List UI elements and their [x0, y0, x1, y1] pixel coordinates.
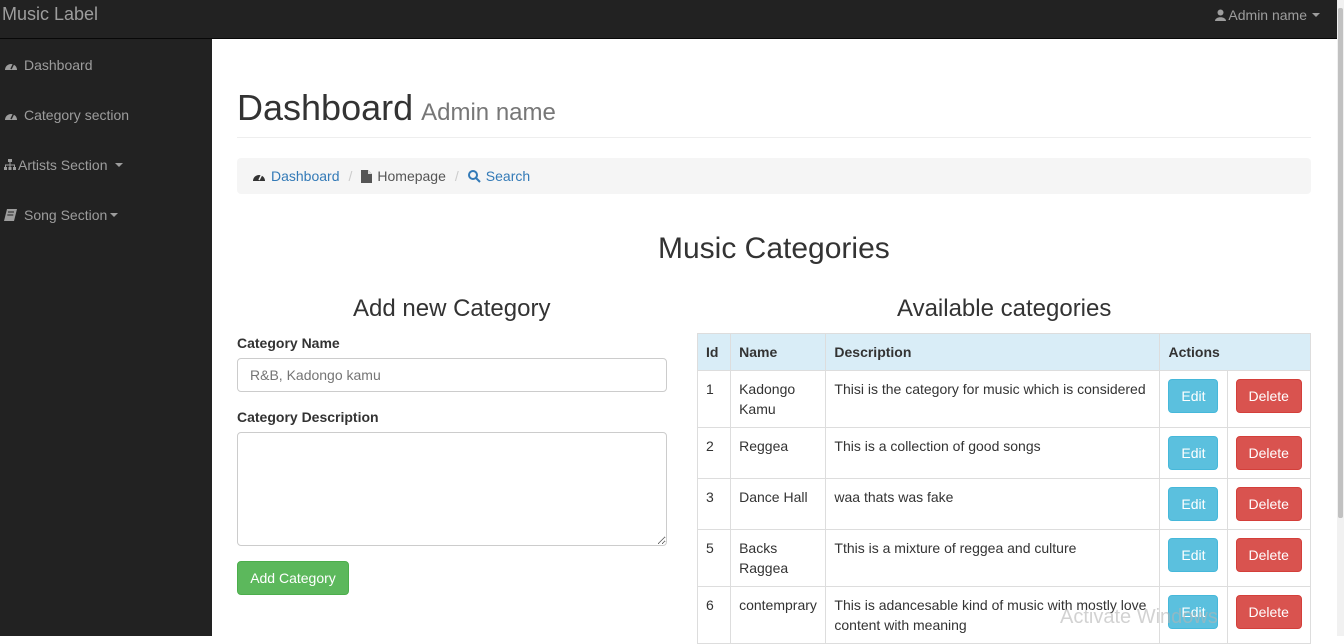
user-name: Admin name	[1228, 7, 1307, 23]
category-name-input[interactable]	[237, 358, 667, 392]
edit-button[interactable]: Edit	[1168, 487, 1219, 521]
table-row: 3 Dance Hall waa thats was fake Edit Del…	[696, 478, 1312, 530]
cell-delete: Delete	[1226, 478, 1312, 530]
categories-table: Id Name Description Actions 1 Kadongo Ka…	[696, 333, 1312, 644]
delete-button[interactable]: Delete	[1235, 538, 1302, 572]
breadcrumb-dashboard[interactable]: Dashboard	[252, 168, 340, 184]
cell-delete: Delete	[1226, 427, 1312, 479]
cell-delete: Delete	[1226, 586, 1312, 644]
cell-name: contemprary	[730, 586, 827, 644]
sidebar-item-label: Category section	[24, 107, 130, 123]
column-header-description: Description	[825, 333, 1161, 371]
file-icon	[361, 169, 373, 183]
dashboard-icon	[5, 62, 17, 70]
activation-watermark: Activate Windows	[1060, 606, 1218, 628]
cell-delete: Delete	[1226, 370, 1312, 428]
sidebar-item-artists[interactable]: Artists Section	[4, 153, 124, 177]
dashboard-icon	[5, 112, 17, 120]
breadcrumb: Dashboard / Homepage / Search	[237, 158, 1311, 194]
column-header-actions: Actions	[1159, 333, 1311, 371]
book-icon	[4, 209, 17, 221]
scrollbar-thumb[interactable]	[1338, 8, 1343, 518]
sidebar-item-label: Song Section	[24, 207, 108, 223]
sidebar-item-label: Dashboard	[24, 57, 93, 73]
dashboard-icon	[253, 173, 265, 181]
table-title: Available categories	[897, 295, 1112, 322]
page-header: Dashboard Admin name	[237, 87, 1311, 138]
cell-description: Thisi is the category for music which is…	[825, 370, 1161, 428]
table-row: 5 Backs Raggea Tthis is a mixture of reg…	[696, 529, 1312, 587]
cell-description: waa thats was fake	[825, 478, 1161, 530]
page-title: Dashboard	[237, 87, 414, 128]
page-subtitle: Admin name	[421, 99, 556, 126]
sidebar: Dashboard Category section Artists Secti…	[0, 39, 212, 636]
cell-edit: Edit	[1159, 529, 1228, 587]
cell-id: 6	[696, 586, 732, 644]
cell-description: Tthis is a mixture of reggea and culture	[825, 529, 1161, 587]
breadcrumb-link[interactable]: Dashboard	[271, 168, 340, 184]
breadcrumb-separator: /	[454, 168, 459, 184]
cell-name: Kadongo Kamu	[730, 370, 827, 428]
edit-button[interactable]: Edit	[1168, 436, 1219, 470]
add-category-button[interactable]: Add Category	[237, 561, 349, 595]
table-header-row: Id Name Description Actions	[696, 333, 1311, 371]
brand-logo-text[interactable]: Music Label	[2, 4, 98, 25]
chevron-down-icon	[115, 163, 124, 167]
chevron-down-icon	[110, 213, 119, 217]
cell-id: 3	[696, 478, 732, 530]
cell-delete: Delete	[1226, 529, 1312, 587]
breadcrumb-homepage[interactable]: Homepage	[361, 168, 446, 184]
edit-button[interactable]: Edit	[1168, 538, 1219, 572]
cell-edit: Edit	[1159, 427, 1228, 479]
breadcrumb-link[interactable]: Search	[486, 168, 530, 184]
main-content: Dashboard Admin name Dashboard / Homepage…	[212, 39, 1337, 644]
table-row: 2 Reggea This is a collection of good so…	[696, 427, 1312, 479]
category-name-label: Category Name	[237, 335, 340, 351]
user-menu[interactable]: Admin name	[1215, 7, 1320, 23]
column-header-name: Name	[730, 333, 827, 371]
section-title: Music Categories	[658, 232, 890, 265]
delete-button[interactable]: Delete	[1235, 379, 1302, 413]
sidebar-item-label: Artists Section	[18, 157, 108, 173]
cell-description: This is a collection of good songs	[825, 427, 1161, 479]
breadcrumb-separator: /	[348, 168, 353, 184]
cell-name: Dance Hall	[730, 478, 827, 530]
cell-edit: Edit	[1159, 478, 1228, 530]
cell-id: 2	[696, 427, 732, 479]
sitemap-icon	[4, 159, 16, 170]
delete-button[interactable]: Delete	[1235, 487, 1302, 521]
sidebar-item-dashboard[interactable]: Dashboard	[4, 53, 93, 77]
navbar: Music Label Admin name	[0, 0, 1344, 39]
category-description-label: Category Description	[237, 409, 379, 425]
breadcrumb-search[interactable]: Search	[467, 168, 530, 184]
chevron-down-icon	[1312, 13, 1320, 17]
delete-button[interactable]: Delete	[1235, 436, 1302, 470]
breadcrumb-text: Homepage	[377, 168, 446, 184]
sidebar-item-songs[interactable]: Song Section	[4, 203, 119, 227]
cell-name: Backs Raggea	[730, 529, 827, 587]
column-header-id: Id	[696, 333, 732, 371]
cell-name: Reggea	[730, 427, 827, 479]
cell-id: 5	[696, 529, 732, 587]
cell-id: 1	[696, 370, 732, 428]
cell-edit: Edit	[1159, 370, 1228, 428]
sidebar-item-category[interactable]: Category section	[4, 103, 129, 127]
edit-button[interactable]: Edit	[1168, 379, 1219, 413]
form-title: Add new Category	[353, 295, 551, 322]
table-row: 6 contemprary This is adancesable kind o…	[696, 586, 1312, 644]
user-icon	[1215, 9, 1227, 21]
delete-button[interactable]: Delete	[1235, 595, 1302, 629]
table-row: 1 Kadongo Kamu Thisi is the category for…	[696, 370, 1312, 428]
category-description-input[interactable]	[237, 432, 667, 546]
search-icon	[467, 169, 481, 183]
page-scrollbar[interactable]	[1337, 0, 1344, 636]
